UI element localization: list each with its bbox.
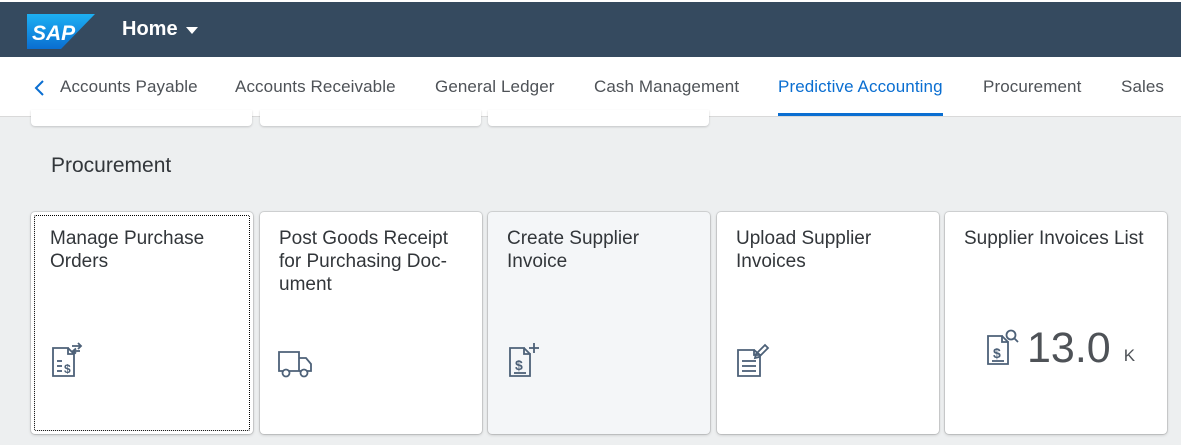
partial-tile[interactable] — [31, 110, 252, 126]
kpi-value: 13.0 — [1027, 324, 1111, 372]
truck-icon — [277, 342, 313, 380]
sap-logo[interactable]: SAP — [27, 14, 95, 49]
scroll-left-icon[interactable] — [28, 76, 52, 100]
tab-procurement[interactable]: Procurement — [983, 77, 1081, 97]
home-menu-button[interactable]: Home — [122, 18, 198, 41]
tab-general-ledger[interactable]: General Ledger — [435, 77, 555, 97]
tile-title: Post Goods Receipt for Purchasing Doc-um… — [279, 228, 448, 295]
tile-title: Manage Purchase Orders — [50, 228, 205, 272]
tile-title: Create Supplier Invoice — [507, 228, 640, 272]
partial-tile[interactable] — [260, 110, 481, 126]
invoice-add-icon: $ — [505, 342, 541, 380]
tile-post-goods-receipt[interactable]: Post Goods Receipt for Purchasing Doc-um… — [260, 212, 482, 434]
tab-accounts-payable[interactable]: Accounts Payable — [60, 77, 198, 97]
invoice-search-icon: $ — [985, 328, 1019, 368]
tab-accounts-receivable[interactable]: Accounts Receivable — [235, 77, 396, 97]
svg-text:$: $ — [64, 362, 71, 376]
kpi-content: $ 13.0 K — [985, 324, 1135, 372]
invoice-edit-icon — [734, 342, 770, 380]
tile-supplier-invoices-list[interactable]: Supplier Invoices List $ 13.0 K — [945, 212, 1167, 434]
tile-title: Supplier Invoices List — [964, 228, 1144, 249]
home-label: Home — [122, 18, 178, 40]
kpi-unit: K — [1123, 346, 1136, 365]
tile-manage-purchase-orders[interactable]: Manage Purchase Orders $ — [31, 212, 253, 434]
tab-predictive-accounting[interactable]: Predictive Accounting — [778, 77, 943, 97]
anchor-tab-bar: Accounts Payable Accounts Receivable Gen… — [0, 57, 1181, 117]
section-title: Procurement — [51, 154, 172, 177]
tile-upload-supplier-invoices[interactable]: Upload Supplier Invoices — [717, 212, 939, 434]
tile-create-supplier-invoice[interactable]: Create Supplier Invoice $ — [488, 212, 710, 434]
tab-sales[interactable]: Sales — [1121, 77, 1164, 97]
partial-tile[interactable] — [488, 110, 709, 126]
active-tab-indicator — [778, 113, 943, 116]
svg-text:$: $ — [515, 357, 523, 373]
svg-text:$: $ — [993, 345, 1001, 361]
tab-cash-management[interactable]: Cash Management — [594, 77, 739, 97]
caret-down-icon — [185, 27, 198, 34]
sap-logo-text: SAP — [32, 22, 76, 45]
shell-bar: SAP Home — [0, 0, 1181, 57]
purchase-order-transfer-icon: $ — [48, 342, 84, 380]
tile-title: Upload Supplier Invoices — [736, 228, 872, 272]
